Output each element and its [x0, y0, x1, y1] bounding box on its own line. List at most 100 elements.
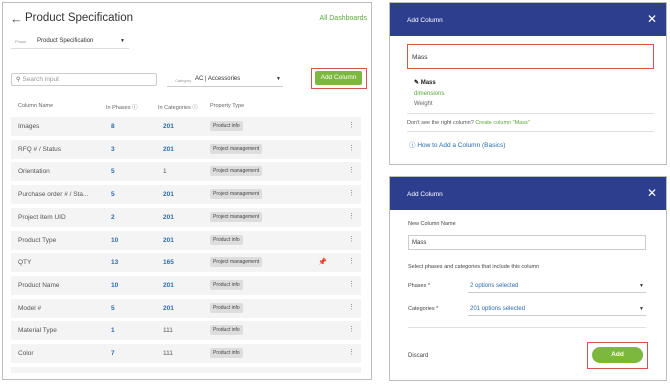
phases-value: 2 options selected: [470, 283, 519, 289]
phases-count[interactable]: 13: [111, 259, 118, 266]
pin-icon[interactable]: 📌: [318, 258, 327, 266]
col-header-name[interactable]: Column Name: [18, 103, 53, 109]
all-dashboards-link[interactable]: All Dashboards: [320, 15, 367, 22]
column-name: QTY: [18, 259, 32, 267]
categories-count[interactable]: 201: [163, 305, 174, 312]
more-options-icon[interactable]: ⋮: [348, 303, 355, 311]
add-button[interactable]: Add: [592, 347, 643, 363]
column-name: Color: [18, 350, 34, 357]
more-options-icon[interactable]: ⋮: [348, 348, 355, 356]
more-options-icon[interactable]: ⋮: [348, 257, 355, 265]
more-options-icon[interactable]: ⋮: [348, 189, 355, 197]
property-type-badge: Product info: [210, 348, 243, 358]
divider: [407, 131, 654, 132]
column-search-value: Mass: [412, 54, 428, 61]
categories-value: 201 options selected: [470, 306, 526, 312]
phase-label: Phase: [15, 39, 27, 44]
categories-select[interactable]: 201 options selected ▼: [468, 304, 646, 316]
categories-count[interactable]: 201: [163, 146, 174, 153]
column-name: Model #: [18, 304, 42, 312]
table-row[interactable]: Orientation 5 1 Project management ⋮: [11, 162, 361, 182]
phases-count[interactable]: 1: [111, 327, 115, 334]
phases-count[interactable]: 7: [111, 350, 115, 357]
suggestion-dimensions[interactable]: dimensions: [414, 91, 444, 97]
how-to-link[interactable]: ⓘ How to Add a Column (Basics): [409, 139, 505, 149]
column-name: Product Type: [18, 236, 57, 244]
table-row[interactable]: QTY 13 165 Project management 📌 ⋮: [11, 253, 361, 273]
modal-title: Add Column: [407, 17, 443, 24]
select-prompt: Select phases and categories that includ…: [408, 264, 540, 270]
table-row[interactable]: Model # 5 201 Product info ⋮: [11, 298, 361, 318]
more-options-icon[interactable]: ⋮: [348, 144, 355, 152]
more-options-icon[interactable]: ⋮: [348, 166, 355, 174]
table-row[interactable]: Purchase order # / Sta... 5 201 Project man…: [11, 185, 361, 205]
back-arrow-icon[interactable]: ←: [10, 11, 23, 26]
more-options-icon[interactable]: ⋮: [348, 280, 355, 288]
phases-count[interactable]: 5: [111, 191, 115, 198]
categories-count[interactable]: 201: [163, 123, 174, 130]
discard-button[interactable]: Discard: [408, 353, 428, 359]
property-type-badge: Product info: [210, 121, 243, 131]
table-row[interactable]: Product Name 10 201 Product info ⋮: [11, 275, 361, 295]
info-icon: ⓘ: [409, 142, 416, 149]
search-input[interactable]: ⚲ Search input: [11, 73, 157, 86]
phases-count[interactable]: 2: [111, 214, 115, 221]
col-header-type[interactable]: Property Type: [210, 103, 244, 109]
phases-select[interactable]: 2 options selected ▼: [468, 281, 646, 293]
table-row[interactable]: Material Type 1 111 Product info ⋮: [11, 321, 361, 341]
category-select[interactable]: Category AC | Accessories ▼: [167, 73, 283, 87]
phase-select[interactable]: Phase Product Specification ▼: [11, 35, 129, 49]
more-options-icon[interactable]: ⋮: [348, 235, 355, 243]
phases-count[interactable]: 3: [111, 146, 115, 153]
category-label: Category: [175, 78, 192, 83]
chevron-down-icon: ▼: [276, 76, 281, 82]
categories-count[interactable]: 201: [163, 191, 174, 198]
suggestion-label: Mass: [420, 80, 436, 86]
categories-count[interactable]: 165: [163, 259, 174, 266]
property-type-badge: Product info: [210, 325, 243, 336]
more-options-icon[interactable]: ⋮: [348, 121, 355, 129]
table-row[interactable]: Images 8 201 Product info ⋮: [11, 117, 361, 136]
modal-header: Add Column ✕: [390, 3, 666, 36]
search-placeholder: Search input: [22, 76, 59, 83]
page-title: Product Specification: [25, 12, 134, 24]
divider: [407, 113, 654, 114]
table-header: Column Name In Phases ⓘ In Categories ⓘ …: [11, 101, 365, 111]
phases-count[interactable]: 5: [111, 305, 115, 312]
phases-count[interactable]: 5: [111, 168, 115, 175]
more-options-icon[interactable]: ⋮: [348, 325, 355, 333]
column-name-input[interactable]: Mass: [408, 235, 646, 250]
phases-count[interactable]: 10: [111, 282, 118, 289]
more-options-icon[interactable]: ⋮: [348, 212, 355, 220]
create-column-link[interactable]: Create column "Mass": [475, 120, 529, 126]
add-column-highlight: Add Column: [311, 68, 367, 89]
suggestion-mass[interactable]: ✎ Mass: [414, 79, 436, 86]
chevron-down-icon: ▼: [639, 283, 644, 289]
categories-count[interactable]: 201: [163, 282, 174, 289]
add-button-highlight: Add: [587, 342, 648, 369]
suggestion-weight[interactable]: Weight: [414, 101, 433, 107]
product-spec-panel: ← Product Specification All Dashboards P…: [2, 2, 372, 380]
table-row[interactable]: Color 7 111 Product info ⋮: [11, 344, 361, 363]
column-name: Project Item UID: [18, 213, 66, 221]
col-header-phases[interactable]: In Phases ⓘ: [106, 103, 138, 111]
table-row[interactable]: RFQ # / Status 3 201 Project management ⋮: [11, 139, 361, 159]
categories-count[interactable]: 201: [163, 214, 174, 221]
categories-count[interactable]: 201: [163, 237, 174, 244]
add-column-form-modal: Add Column ✕ New Column Name Mass Select…: [389, 176, 667, 381]
divider: [408, 327, 646, 328]
table-row[interactable]: Project Item UID 2 201 Project management ⋮: [11, 207, 361, 227]
category-value: AC | Accessories: [195, 76, 241, 82]
not-found-text: Don't see the right column?: [407, 120, 474, 126]
phases-label: Phases *: [408, 283, 431, 289]
close-icon[interactable]: ✕: [647, 12, 657, 26]
col-header-categories[interactable]: In Categories ⓘ: [158, 103, 198, 111]
table-row[interactable]: Product Type 10 201 Product info ⋮: [11, 230, 361, 250]
column-search-input[interactable]: Mass: [407, 44, 654, 69]
not-found-note: Don't see the right column? Create colum…: [407, 120, 530, 126]
close-icon[interactable]: ✕: [647, 186, 657, 200]
phases-count[interactable]: 8: [111, 123, 115, 130]
chevron-down-icon: ▼: [639, 306, 644, 312]
add-column-button[interactable]: Add Column: [315, 71, 362, 85]
phases-count[interactable]: 10: [111, 237, 118, 244]
